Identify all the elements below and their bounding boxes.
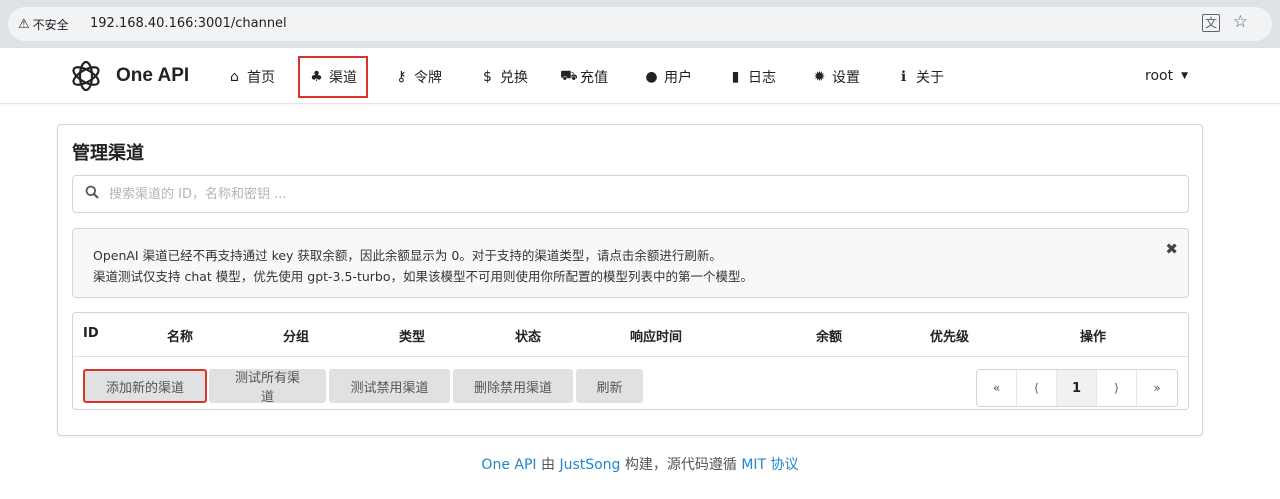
user-icon: ● [645,69,658,85]
test-all-channels-button[interactable]: 测试所有渠道 [209,369,326,405]
column-header-name[interactable]: 名称 [167,326,193,345]
top-navigation: One API ⌂ 首页 ♣ 渠道 ⚷ 令牌 $ 兑换 ⛟ 充值 ● 用户 ▮ … [0,48,1280,104]
nav-item-users[interactable]: ● 用户 [635,56,701,98]
license-link[interactable]: MIT 协议 [741,457,798,473]
nav-item-settings[interactable]: ✹ 设置 [803,56,869,98]
key-icon: ⚷ [396,69,407,85]
gear-icon: ✹ [813,69,826,85]
column-header-status[interactable]: 状态 [515,326,541,345]
column-header-group[interactable]: 分组 [283,326,309,345]
cart-icon: ⛟ [560,68,578,84]
delete-disabled-channels-button[interactable]: 删除禁用渠道 [453,369,573,403]
nav-label: 渠道 [329,70,357,86]
user-dropdown[interactable]: root ▼ [1145,68,1188,84]
column-header-priority[interactable]: 优先级 [930,326,969,345]
address-bar[interactable]: ⚠ 不安全 192.168.40.166:3001/channel 文 ☆ [8,7,1272,41]
app-link[interactable]: One API [481,457,536,473]
info-notice: OpenAI 渠道已经不再支持通过 key 获取余额，因此余额显示为 0。对于支… [72,228,1189,298]
security-indicator[interactable]: ⚠ 不安全 [18,16,69,33]
page-number-button[interactable]: 1 [1057,370,1097,406]
nav-item-topup[interactable]: ⛟ 充值 [551,56,617,98]
nav-label: 令牌 [414,70,442,86]
table-footer: 添加新的渠道 测试所有渠道 测试禁用渠道 删除禁用渠道 刷新 « ⟨ 1 ⟩ » [73,357,1188,409]
info-icon: ℹ [900,69,907,85]
warning-icon: ⚠ [18,17,30,32]
dollar-icon: $ [483,69,492,85]
page-title: 管理渠道 [72,143,144,164]
nav-label: 设置 [832,70,860,86]
refresh-button[interactable]: 刷新 [576,369,643,403]
nav-label: 兑换 [500,70,528,86]
footer-text-built: 构建，源代码遵循 [620,457,742,473]
nav-label: 关于 [916,70,944,86]
home-icon: ⌂ [230,69,239,85]
author-link[interactable]: JustSong [559,457,620,473]
search-icon [85,185,99,199]
url-text[interactable]: 192.168.40.166:3001/channel [90,16,287,31]
nav-label: 首页 [247,70,275,86]
book-icon: ▮ [731,69,740,85]
nav-label: 日志 [748,70,776,86]
footer-text-by: 由 [536,457,560,473]
column-header-type[interactable]: 类型 [399,326,425,345]
caret-down-icon: ▼ [1181,71,1188,81]
prev-page-button[interactable]: ⟨ [1017,370,1057,406]
nav-item-home[interactable]: ⌂ 首页 [218,56,284,98]
next-page-button[interactable]: ⟩ [1097,370,1137,406]
nav-item-token[interactable]: ⚷ 令牌 [385,56,451,98]
nav-label: 充值 [580,70,608,86]
bookmark-star-icon[interactable]: ☆ [1233,12,1248,32]
sitemap-icon: ♣ [310,69,323,85]
nav-label: 用户 [664,70,692,86]
column-header-balance[interactable]: 余额 [816,326,842,345]
last-page-button[interactable]: » [1137,370,1177,406]
first-page-button[interactable]: « [977,370,1017,406]
nav-item-redeem[interactable]: $ 兑换 [471,56,537,98]
column-header-response-time[interactable]: 响应时间 [630,326,682,345]
close-icon[interactable]: ✖ [1165,240,1178,258]
translate-icon[interactable]: 文 [1202,14,1220,32]
openai-logo-icon[interactable] [68,58,104,94]
pagination: « ⟨ 1 ⟩ » [976,369,1178,407]
notice-line-test: 渠道测试仅支持 chat 模型，优先使用 gpt-3.5-turbo，如果该模型… [93,269,753,284]
column-header-actions[interactable]: 操作 [1080,326,1106,345]
search-box[interactable] [72,175,1189,213]
brand-name[interactable]: One API [116,65,189,87]
search-input[interactable] [109,177,1179,211]
notice-line-balance: OpenAI 渠道已经不再支持通过 key 获取余额，因此余额显示为 0。对于支… [93,248,722,263]
test-disabled-channels-button[interactable]: 测试禁用渠道 [329,369,450,403]
nav-item-logs[interactable]: ▮ 日志 [719,56,785,98]
browser-toolbar: ⚠ 不安全 192.168.40.166:3001/channel 文 ☆ [0,0,1280,48]
username: root [1145,68,1174,84]
table-header: ID 名称 分组 类型 状态 响应时间 余额 优先级 操作 [73,313,1188,357]
nav-item-about[interactable]: ℹ 关于 [887,56,953,98]
column-header-id[interactable]: ID [83,326,99,341]
nav-item-channel[interactable]: ♣ 渠道 [298,56,368,98]
page-footer: One API 由 JustSong 构建，源代码遵循 MIT 协议 [0,454,1280,474]
channel-table: ID 名称 分组 类型 状态 响应时间 余额 优先级 操作 添加新的渠道 测试所… [72,312,1189,410]
insecure-label: 不安全 [32,18,69,32]
channel-management-card: 管理渠道 OpenAI 渠道已经不再支持通过 key 获取余额，因此余额显示为 … [57,124,1203,436]
add-channel-button[interactable]: 添加新的渠道 [83,369,207,403]
